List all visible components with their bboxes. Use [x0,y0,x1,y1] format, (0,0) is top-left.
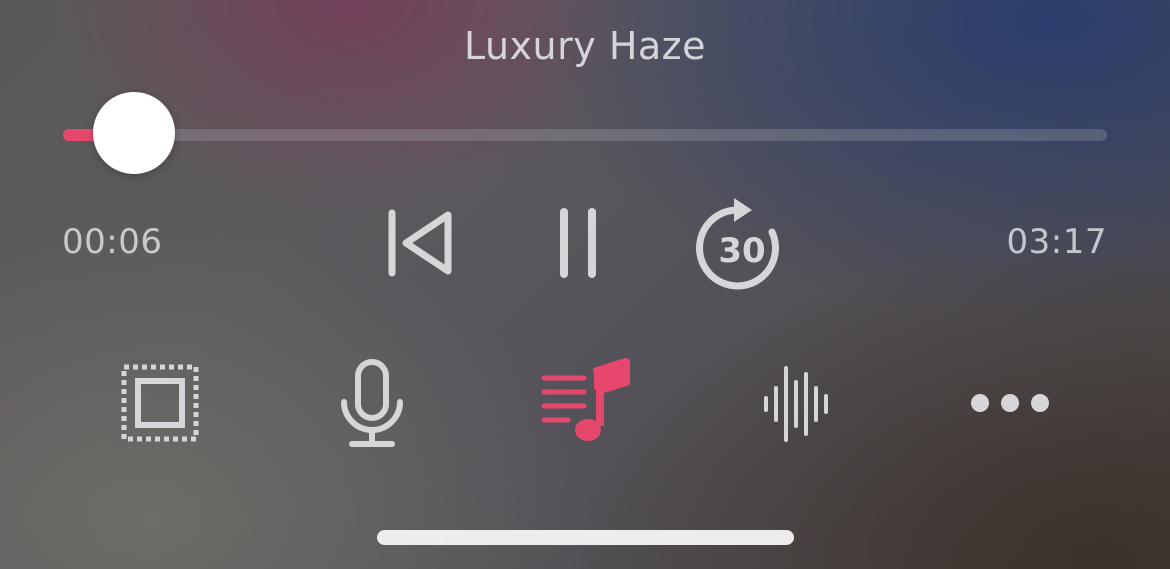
microphone-icon [341,359,403,447]
skip-forward-30-icon: 30 [696,198,779,290]
skip-forward-30-button[interactable]: 30 [696,196,788,292]
waveform-icon [764,366,828,442]
pause-button[interactable] [556,206,602,280]
progress-track[interactable] [63,129,1107,141]
lyrics-button[interactable] [540,358,630,446]
pause-icon [560,208,596,278]
more-icon [971,394,1049,412]
previous-button[interactable] [384,205,458,281]
total-time: 03:17 [1006,222,1107,262]
airplay-icon [121,364,199,442]
now-playing-title: Luxury Haze [463,24,707,68]
home-indicator[interactable] [377,530,794,545]
progress-thumb[interactable] [93,92,176,174]
skip-back-icon [388,209,452,277]
skip-seconds-label: 30 [718,231,765,271]
airplay-button[interactable] [118,361,202,445]
elapsed-time: 00:06 [62,222,163,262]
lyrics-music-icon [541,358,630,441]
more-button[interactable] [966,388,1054,418]
microphone-button[interactable] [336,356,408,450]
waveform-button[interactable] [760,364,832,444]
